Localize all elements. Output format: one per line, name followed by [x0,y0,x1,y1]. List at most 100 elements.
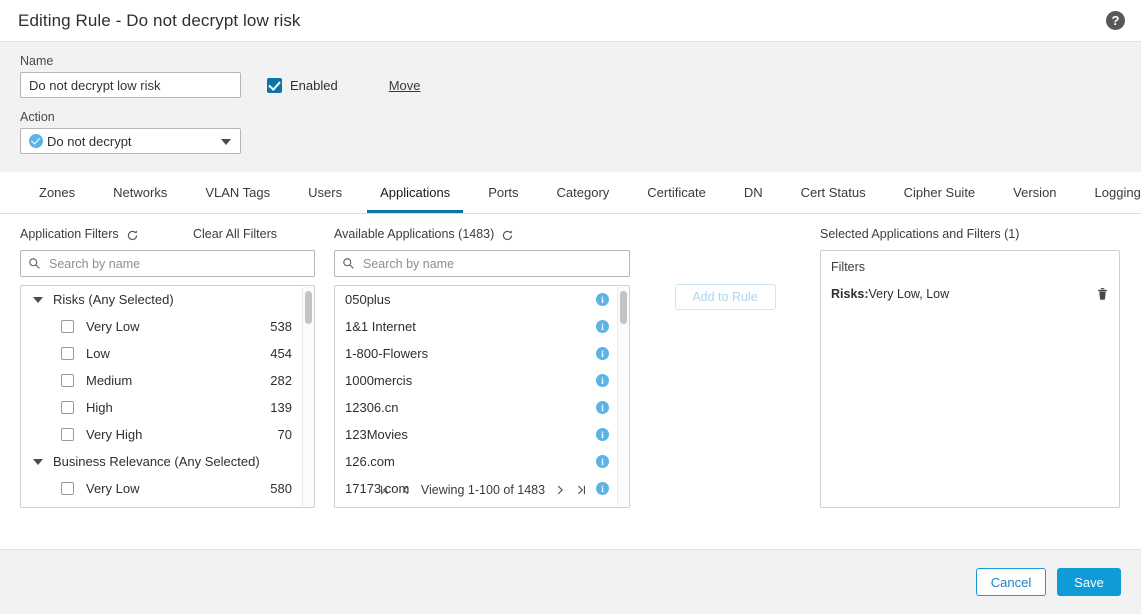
info-icon[interactable]: i [596,347,609,360]
search-icon [28,257,41,270]
filters-scrollbar-thumb[interactable] [305,291,312,324]
filter-checkbox[interactable] [61,320,74,333]
search-icon [342,257,355,270]
application-name: 050plus [345,292,596,307]
rule-name-input[interactable] [20,72,241,98]
info-icon[interactable]: i [596,293,609,306]
prev-page-icon[interactable] [400,484,412,496]
filter-group-row[interactable]: Risks (Any Selected) [21,286,314,313]
filter-item-row[interactable]: Very Low538 [21,313,314,340]
selected-applications-title: Selected Applications and Filters (1) [820,227,1019,241]
enabled-checkbox[interactable] [267,78,282,93]
application-row[interactable]: 1-800-Flowersi [335,340,629,367]
refresh-icon[interactable] [126,229,139,242]
action-select[interactable]: Do not decrypt [20,128,241,154]
application-name: 126.com [345,454,596,469]
application-name: 1&1 Internet [345,319,596,334]
filter-item-row[interactable]: Very High70 [21,421,314,448]
refresh-icon[interactable] [501,229,514,242]
tab-bar: ZonesNetworksVLAN TagsUsersApplicationsP… [0,172,1141,214]
application-row[interactable]: 1&1 Interneti [335,313,629,340]
page-title: Editing Rule - Do not decrypt low risk [18,11,301,31]
available-applications-title: Available Applications (1483) [334,227,494,241]
filter-group-row[interactable]: Business Relevance (Any Selected) [21,448,314,475]
enabled-checkbox-wrap[interactable]: Enabled [267,78,338,93]
tab-cert-status[interactable]: Cert Status [782,172,885,213]
chevron-down-icon [33,297,43,303]
filter-item-row[interactable]: Low454 [21,340,314,367]
application-search-box[interactable] [334,250,630,277]
tab-category[interactable]: Category [538,172,629,213]
application-row[interactable]: 1000mercisi [335,367,629,394]
info-icon[interactable]: i [596,455,609,468]
available-applications-panel: Available Applications (1483) 050plusi1&… [334,224,630,517]
filter-item-row[interactable]: High139 [21,394,314,421]
application-search-input[interactable] [361,256,622,272]
cancel-button[interactable]: Cancel [976,568,1046,596]
window-titlebar: Editing Rule - Do not decrypt low risk ? [0,0,1141,41]
chevron-down-icon [33,459,43,465]
applications-scrollbar[interactable] [617,287,628,506]
tab-version[interactable]: Version [994,172,1075,213]
filter-search-input[interactable] [47,256,307,272]
application-row[interactable]: 126.comi [335,448,629,475]
filter-search-box[interactable] [20,250,315,277]
clear-all-filters-button[interactable]: Clear All Filters [193,227,277,241]
applications-tab-content: Application Filters Clear All Filters Ri… [0,214,1141,517]
filter-group-label: Business Relevance (Any Selected) [53,454,260,469]
available-applications-list[interactable]: 050plusi1&1 Interneti1-800-Flowersi1000m… [334,285,630,508]
trash-icon[interactable] [1096,286,1109,301]
tab-certificate[interactable]: Certificate [628,172,725,213]
application-row[interactable]: 12306.cni [335,394,629,421]
filter-item-label: Low [86,346,110,361]
filter-group-label: Risks (Any Selected) [53,292,174,307]
application-filters-panel: Application Filters Clear All Filters Ri… [20,224,315,517]
filter-item-count: 580 [270,481,292,496]
last-page-icon[interactable] [575,484,587,496]
filter-item-row[interactable]: Medium282 [21,367,314,394]
application-filters-list[interactable]: Risks (Any Selected)Very Low538Low454Med… [20,285,315,508]
info-icon[interactable]: i [596,401,609,414]
next-page-icon[interactable] [554,484,566,496]
filter-checkbox[interactable] [61,428,74,441]
applications-scrollbar-thumb[interactable] [620,291,627,324]
filters-scrollbar[interactable] [302,287,313,506]
tab-cipher-suite[interactable]: Cipher Suite [885,172,995,213]
filter-checkbox[interactable] [61,347,74,360]
selected-filter-key: Risks: [831,287,869,301]
filter-item-label: Medium [86,373,132,388]
info-icon[interactable]: i [596,374,609,387]
selected-applications-header: Selected Applications and Filters (1) [820,224,1120,244]
application-row[interactable]: 050plusi [335,286,629,313]
info-icon[interactable]: i [596,428,609,441]
selected-applications-box: Filters Risks:Very Low, Low [820,250,1120,508]
enabled-label: Enabled [290,78,338,93]
tab-logging[interactable]: Logging [1076,172,1141,213]
name-row: Enabled Move [20,72,1121,98]
filter-item-count: 70 [278,427,292,442]
application-name: 12306.cn [345,400,596,415]
tab-users[interactable]: Users [289,172,361,213]
application-row[interactable]: 123Moviesi [335,421,629,448]
help-circle-icon[interactable]: ? [1106,11,1125,30]
first-page-icon[interactable] [379,484,391,496]
tab-networks[interactable]: Networks [94,172,186,213]
filter-checkbox[interactable] [61,482,74,495]
selected-applications-panel: Selected Applications and Filters (1) Fi… [820,224,1120,517]
move-link[interactable]: Move [389,78,421,93]
filter-checkbox[interactable] [61,401,74,414]
filter-checkbox[interactable] [61,374,74,387]
application-filters-header: Application Filters Clear All Filters [20,224,315,244]
save-button[interactable]: Save [1057,568,1121,596]
check-circle-icon [29,134,43,148]
add-to-rule-button[interactable]: Add to Rule [675,284,776,310]
tab-ports[interactable]: Ports [469,172,537,213]
add-to-rule-column: Add to Rule [630,224,820,517]
tab-vlan-tags[interactable]: VLAN Tags [186,172,289,213]
tab-dn[interactable]: DN [725,172,782,213]
info-icon[interactable]: i [596,320,609,333]
tab-zones[interactable]: Zones [20,172,94,213]
filter-item-row[interactable]: Very Low580 [21,475,314,502]
selected-filter-value: Very Low, Low [869,287,950,301]
tab-applications[interactable]: Applications [361,172,469,213]
